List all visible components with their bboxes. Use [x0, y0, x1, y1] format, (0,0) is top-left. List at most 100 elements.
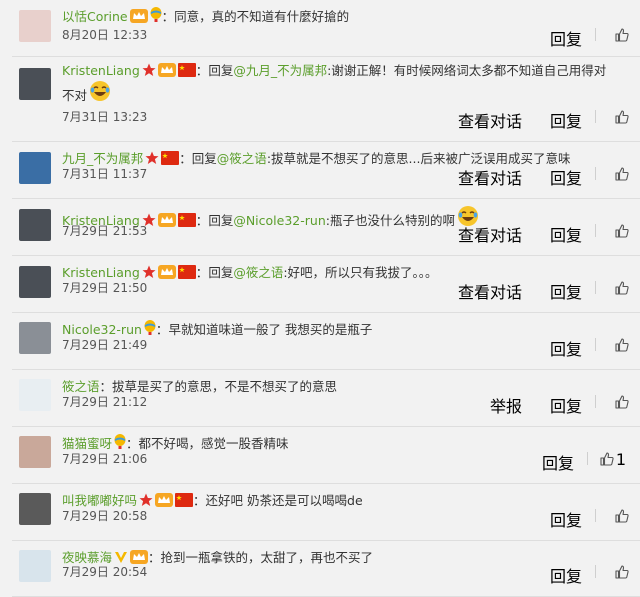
like-count: 1	[615, 450, 626, 469]
separator-colon: ：	[126, 436, 139, 451]
comment-text: 都不好喝，感觉一股香精味	[138, 436, 289, 451]
balloon-badge-icon	[150, 7, 162, 22]
comment-item: 夜映慕海 ：抢到一瓶拿铁的，太甜了，再也不买了 7月29日 20:54 回复	[0, 541, 640, 597]
comment-list: 以恬Corine ：同意，真的不知道有什麼好搶的 8月20日 12:33 回复 Kris…	[0, 0, 640, 597]
username-link[interactable]: 以恬Corine	[62, 9, 128, 24]
comment-timestamp: 7月29日 20:58	[62, 509, 148, 523]
balloon-badge-icon	[114, 434, 126, 449]
reply-button[interactable]: 回复	[550, 563, 582, 587]
action-divider	[595, 281, 596, 294]
username-link[interactable]: 猫猫蜜呀	[62, 436, 112, 451]
comment-text: 还好吧 奶茶还是可以喝喝de	[205, 493, 363, 508]
reply-label: 回复	[208, 213, 234, 228]
reply-button[interactable]: 回复	[550, 222, 582, 246]
like-thumb-icon[interactable]	[615, 508, 629, 523]
comment-timestamp: 7月29日 21:06	[62, 452, 148, 466]
reply-to-username-link[interactable]: @筱之语	[233, 265, 283, 280]
separator-colon: ：	[195, 213, 209, 228]
reply-to-username-link[interactable]: @Nicole32-run	[233, 213, 325, 228]
separator-colon: ：	[195, 63, 209, 78]
separator-colon: ：	[161, 9, 175, 24]
username-link[interactable]: 九月_不为属邦	[62, 151, 143, 166]
comment-text-line: 以恬Corine ：同意，真的不知道有什麼好搶的	[62, 6, 630, 28]
reply-button[interactable]: 回复	[550, 108, 582, 132]
user-avatar[interactable]	[19, 550, 51, 582]
like-thumb-icon[interactable]	[615, 394, 629, 409]
view-conversation-button[interactable]: 查看对话	[458, 108, 522, 132]
reply-button[interactable]: 回复	[542, 450, 574, 474]
comment-item: KristenLiang ：回复@九月_不为属邦:谢谢正解！有时候网络词太多都不知…	[0, 57, 640, 142]
action-divider	[595, 509, 596, 522]
reply-label: 回复	[191, 151, 217, 166]
comment-timestamp: 7月31日 11:37	[62, 167, 148, 181]
user-avatar[interactable]	[19, 436, 51, 468]
reply-button[interactable]: 回复	[550, 165, 582, 189]
laughing-emoji-icon	[90, 81, 111, 101]
user-avatar[interactable]	[19, 266, 51, 298]
like-thumb-icon[interactable]	[600, 451, 614, 466]
reply-to-username-link[interactable]: @筱之语	[217, 151, 267, 166]
username-link[interactable]: Nicole32-run	[62, 322, 142, 337]
report-button[interactable]: 举报	[490, 393, 522, 417]
separator-colon: ：	[99, 379, 113, 394]
user-avatar[interactable]	[19, 10, 51, 42]
reply-button[interactable]: 回复	[550, 279, 582, 303]
user-avatar[interactable]	[19, 152, 51, 184]
view-conversation-button[interactable]: 查看对话	[458, 165, 522, 189]
balloon-badge-icon	[144, 320, 156, 335]
crown-badge-icon	[157, 63, 176, 77]
like-thumb-icon[interactable]	[615, 280, 629, 295]
comment-item: 猫猫蜜呀 ：都不好喝，感觉一股香精味 7月29日 21:06 回复 1	[0, 427, 640, 484]
user-avatar[interactable]	[19, 322, 51, 354]
action-divider	[595, 395, 596, 408]
like-thumb-icon[interactable]	[615, 109, 629, 124]
view-conversation-button[interactable]: 查看对话	[458, 279, 522, 303]
user-avatar[interactable]	[19, 493, 51, 525]
star-badge-icon	[145, 151, 159, 164]
crown-badge-icon	[157, 213, 176, 227]
user-avatar[interactable]	[19, 68, 51, 100]
flag-badge-icon	[161, 151, 180, 165]
like-thumb-icon[interactable]	[615, 166, 629, 181]
username-link[interactable]: KristenLiang	[62, 63, 140, 78]
crown-badge-icon	[129, 9, 148, 23]
action-divider	[595, 167, 596, 180]
separator-colon: ：	[193, 493, 206, 508]
action-divider	[595, 338, 596, 351]
comment-item: 九月_不为属邦 ：回复@筱之语:拔草就是不想买了的意思...后来被广泛误用成买了意…	[0, 142, 640, 199]
like-thumb-icon[interactable]	[615, 27, 629, 42]
like-thumb-icon[interactable]	[615, 564, 629, 579]
username-link[interactable]: KristenLiang	[62, 265, 140, 280]
action-divider	[595, 224, 596, 237]
action-divider	[595, 28, 596, 41]
reply-button[interactable]: 回复	[550, 393, 582, 417]
reply-button[interactable]: 回复	[550, 336, 582, 360]
like-thumb-icon[interactable]	[615, 223, 629, 238]
view-conversation-button[interactable]: 查看对话	[458, 222, 522, 246]
flag-badge-icon	[177, 63, 196, 77]
flag-badge-icon	[177, 213, 196, 227]
crown-badge-icon	[155, 493, 174, 507]
comment-item: 叫我嘟嘟好吗 ：还好吧 奶茶还是可以喝喝de 7月29日 20:58 回复	[0, 484, 640, 541]
star-badge-icon	[142, 63, 156, 76]
username-link[interactable]: 叫我嘟嘟好吗	[62, 493, 137, 508]
star-badge-icon	[142, 265, 156, 278]
action-divider	[595, 110, 596, 123]
comment-text: 拔草是买了的意思，不是不想买了的意思	[112, 379, 338, 394]
user-avatar[interactable]	[19, 379, 51, 411]
reply-label: 回复	[208, 63, 234, 78]
crown-badge-icon	[130, 550, 149, 564]
comment-item: Nicole32-run ：早就知道味道一般了 我想买的是瓶子 7月29日 21:4…	[0, 313, 640, 370]
like-thumb-icon[interactable]	[615, 337, 629, 352]
reply-button[interactable]: 回复	[550, 26, 582, 50]
comment-text: :好吧，所以只有我拔了。。。	[283, 265, 438, 280]
comment-timestamp: 7月29日 21:53	[62, 224, 148, 238]
comment-timestamp: 7月29日 21:49	[62, 338, 148, 352]
crown-badge-icon	[157, 265, 176, 279]
reply-button[interactable]: 回复	[550, 507, 582, 531]
user-avatar[interactable]	[19, 209, 51, 241]
reply-to-username-link[interactable]: @九月_不为属邦	[233, 63, 327, 78]
comment-text: :拔草就是不想买了的意思...后来被广泛误用成买了意味	[266, 151, 571, 166]
username-link[interactable]: 筱之语	[62, 379, 100, 394]
separator-colon: ：	[155, 322, 169, 337]
